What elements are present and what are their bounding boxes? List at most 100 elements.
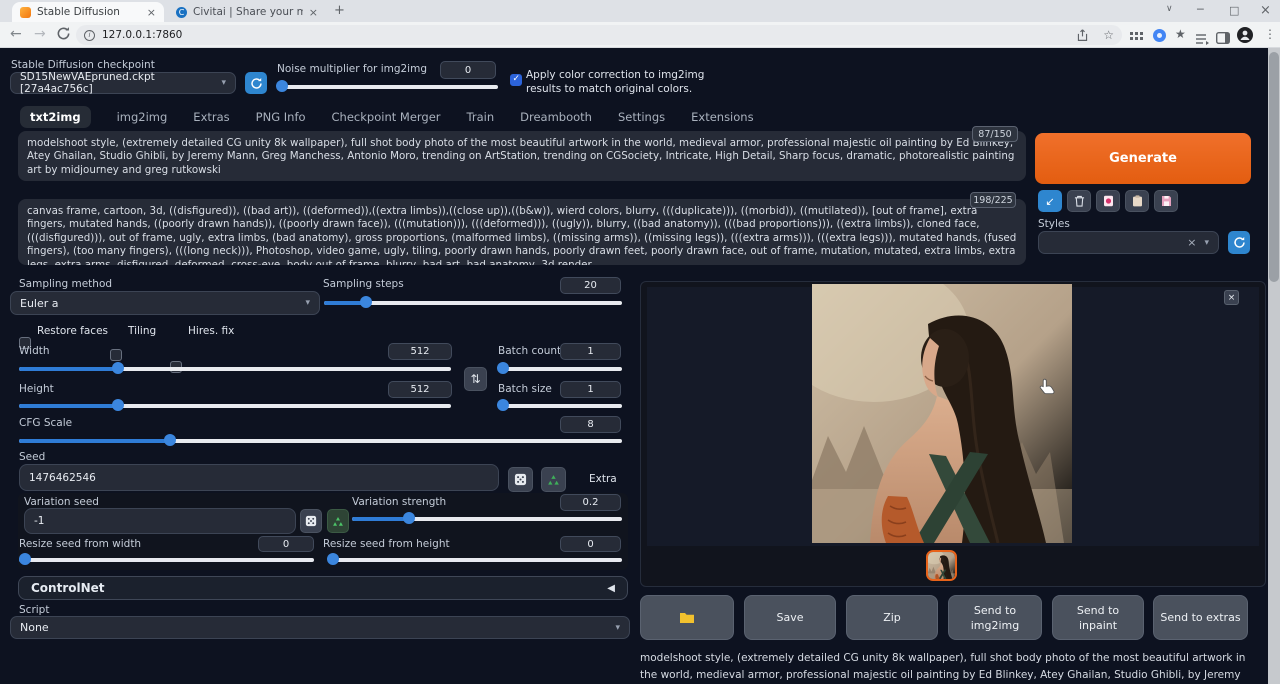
reuse-variation-seed-button[interactable] — [327, 509, 349, 533]
send-to-inpaint-button[interactable]: Send to inpaint — [1052, 595, 1144, 640]
zip-button[interactable]: Zip — [846, 595, 938, 640]
apps-grid-icon[interactable] — [1130, 29, 1144, 48]
extensions-puzzle-icon[interactable]: ★ — [1175, 27, 1186, 41]
tab-extensions[interactable]: Extensions — [691, 110, 753, 124]
checkpoint-refresh-button[interactable] — [245, 72, 267, 94]
gradio-favicon — [20, 7, 31, 18]
tab-img2img[interactable]: img2img — [117, 110, 168, 124]
page-scrollbar[interactable] — [1268, 48, 1280, 684]
folder-icon — [679, 611, 695, 624]
styles-dropdown[interactable]: × ▾ — [1038, 231, 1219, 254]
swap-dimensions-button[interactable]: ⇅ — [464, 367, 487, 391]
width-slider[interactable] — [19, 362, 451, 374]
height-value[interactable]: 512 — [388, 381, 452, 398]
sampling-method-dropdown[interactable]: Euler a ▾ — [10, 291, 320, 315]
clear-icon[interactable]: × — [1187, 236, 1196, 249]
tab-close-icon[interactable]: × — [309, 6, 318, 19]
prompt-textarea[interactable]: modelshoot style, (extremely detailed CG… — [18, 131, 1026, 181]
seed-input[interactable]: 1476462546 — [19, 464, 499, 491]
dice-icon — [514, 473, 527, 486]
noise-multiplier-value[interactable]: 0 — [440, 61, 496, 79]
resize-seed-width-slider[interactable] — [19, 553, 314, 565]
extra-networks-button[interactable] — [1096, 190, 1120, 212]
share-icon[interactable] — [1076, 29, 1089, 42]
profile-avatar[interactable] — [1237, 27, 1253, 43]
gallery-thumbnail[interactable] — [926, 550, 957, 581]
sampling-steps-value[interactable]: 20 — [560, 277, 621, 294]
reading-list-icon[interactable] — [1196, 30, 1210, 49]
reload-icon[interactable] — [56, 26, 71, 45]
clear-prompt-button[interactable] — [1067, 190, 1091, 212]
tab-png-info[interactable]: PNG Info — [256, 110, 306, 124]
url-bar[interactable]: i 127.0.0.1:7860 ☆ — [76, 25, 1122, 45]
cfg-scale-label: CFG Scale — [19, 417, 72, 429]
variation-seed-input[interactable]: -1 — [24, 508, 296, 534]
open-folder-button[interactable] — [640, 595, 734, 640]
batch-size-value[interactable]: 1 — [560, 381, 621, 398]
close-preview-button[interactable]: × — [1224, 290, 1239, 305]
cfg-scale-slider[interactable] — [19, 434, 622, 446]
window-minimize-icon[interactable]: ─ — [1197, 3, 1204, 16]
negative-prompt-textarea[interactable]: canvas frame, cartoon, 3d, ((disfigured)… — [18, 199, 1026, 265]
variation-strength-slider[interactable] — [352, 512, 622, 524]
browser-tab-stable-diffusion[interactable]: Stable Diffusion × — [12, 2, 164, 22]
window-close-icon[interactable]: × — [1260, 3, 1271, 18]
extension-blue-icon[interactable] — [1153, 29, 1166, 42]
tab-train[interactable]: Train — [467, 110, 495, 124]
variation-strength-value[interactable]: 0.2 — [560, 494, 621, 511]
sampling-steps-slider[interactable] — [324, 296, 622, 308]
tab-close-icon[interactable]: × — [147, 6, 156, 19]
window-chevron-icon[interactable]: ∨ — [1166, 4, 1173, 14]
color-correction-checkbox[interactable] — [510, 74, 522, 86]
random-seed-button[interactable] — [508, 467, 533, 492]
window-maximize-icon[interactable]: □ — [1229, 4, 1239, 17]
script-dropdown[interactable]: None ▾ — [10, 616, 630, 639]
resize-seed-height-label: Resize seed from height — [323, 538, 450, 550]
controlnet-accordion[interactable]: ControlNet ◀ — [18, 576, 628, 600]
reuse-seed-button[interactable] — [541, 467, 566, 492]
batch-size-slider[interactable] — [498, 399, 622, 411]
main-tab-bar: txt2img img2img Extras PNG Info Checkpoi… — [20, 106, 754, 128]
resize-seed-height-value[interactable]: 0 — [560, 536, 621, 552]
menu-kebab-icon[interactable]: ⋮ — [1264, 27, 1276, 41]
forward-icon[interactable]: → — [34, 26, 46, 42]
tab-txt2img[interactable]: txt2img — [20, 106, 91, 128]
scrollbar-thumb[interactable] — [1269, 52, 1279, 282]
browser-tab-civitai[interactable]: C Civitai | Share your models × — [168, 2, 326, 22]
close-icon: × — [1228, 293, 1236, 303]
hires-fix-label: Hires. fix — [188, 325, 234, 337]
accordion-arrow-icon: ◀ — [607, 583, 615, 594]
generate-button[interactable]: Generate — [1035, 133, 1251, 184]
width-value[interactable]: 512 — [388, 343, 452, 360]
height-slider[interactable] — [19, 399, 451, 411]
send-to-img2img-button[interactable]: Send to img2img — [948, 595, 1042, 640]
cfg-scale-value[interactable]: 8 — [560, 416, 621, 433]
save-button[interactable]: Save — [744, 595, 836, 640]
tiling-checkbox[interactable] — [110, 349, 122, 361]
styles-refresh-button[interactable] — [1228, 231, 1250, 254]
send-to-extras-button[interactable]: Send to extras — [1153, 595, 1248, 640]
new-tab-button[interactable]: + — [334, 3, 345, 18]
bookmark-star-icon[interactable]: ☆ — [1103, 28, 1114, 42]
resize-seed-width-value[interactable]: 0 — [258, 536, 314, 552]
random-variation-seed-button[interactable] — [300, 509, 322, 533]
batch-size-label: Batch size — [498, 383, 552, 395]
tab-extras[interactable]: Extras — [193, 110, 229, 124]
apply-style-button[interactable] — [1125, 190, 1149, 212]
back-icon[interactable]: ← — [10, 26, 22, 42]
tab-settings[interactable]: Settings — [618, 110, 665, 124]
batch-count-slider[interactable] — [498, 362, 622, 374]
resize-seed-height-slider[interactable] — [330, 553, 622, 565]
save-style-button[interactable] — [1154, 190, 1178, 212]
batch-count-value[interactable]: 1 — [560, 343, 621, 360]
tab-checkpoint-merger[interactable]: Checkpoint Merger — [332, 110, 441, 124]
screen: Stable Diffusion × C Civitai | Share you… — [0, 0, 1280, 684]
tab-dreambooth[interactable]: Dreambooth — [520, 110, 592, 124]
batch-count-label: Batch count — [498, 345, 561, 357]
checkpoint-dropdown[interactable]: SD15NewVAEpruned.ckpt [27a4ac756c] ▾ — [10, 72, 236, 94]
site-info-icon[interactable]: i — [84, 30, 95, 41]
paste-params-button[interactable]: ↙ — [1038, 190, 1062, 212]
noise-multiplier-slider[interactable] — [282, 80, 498, 92]
generated-image[interactable] — [812, 284, 1072, 543]
side-panel-icon[interactable] — [1216, 29, 1230, 48]
